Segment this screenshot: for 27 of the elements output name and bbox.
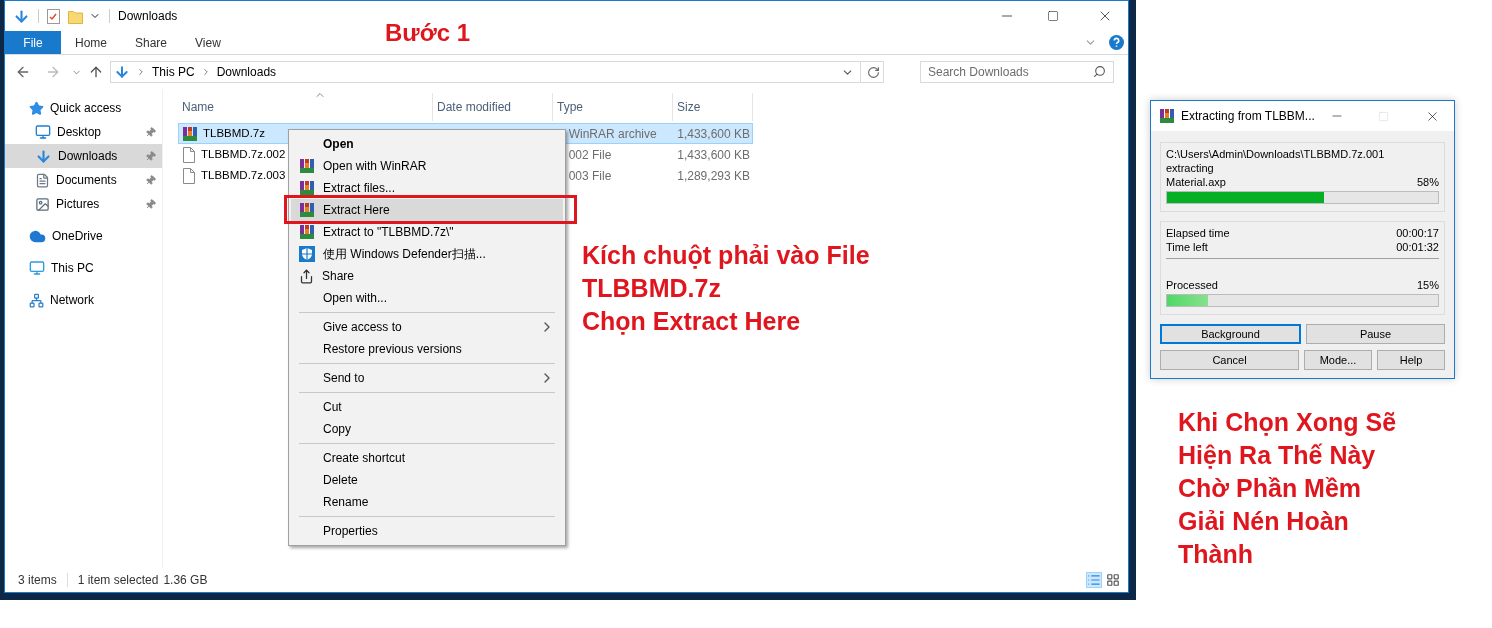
file-size: 1,433,600 KB xyxy=(677,126,750,141)
selection-info: 1 item selected xyxy=(77,572,159,589)
time-value: 00:01:32 xyxy=(1396,240,1439,254)
file-type: 003 File xyxy=(568,168,612,183)
window-title: Downloads xyxy=(118,8,178,25)
instruction-text: Kích chuột phải vào File TLBBMD.7z Chọn Extract Here xyxy=(582,240,870,337)
file-name: TLBBMD.7z.002 xyxy=(201,146,286,162)
selection-size: 1.36 GB xyxy=(163,572,208,589)
file-name: Material.axp xyxy=(1166,175,1226,189)
progress-reading: 15% xyxy=(1416,278,1439,292)
file-type: WinRAR archive xyxy=(568,126,657,141)
dialog-title: Extracting from TLBBM... xyxy=(1181,108,1315,125)
time-label: Time left xyxy=(1166,240,1208,254)
archive-path: C:\Users\Admin\Downloads\TLBBMD.7z.001 xyxy=(1166,147,1386,161)
file-size: 1,289,293 KB xyxy=(677,168,750,183)
time-value: 00:00:17 xyxy=(1396,226,1439,240)
note-text: Khi Chọn Xong Sẽ Hiện Ra Thế Này Chờ Phần Mềm Giải Nén Hoàn Thành xyxy=(1178,407,1398,570)
item-count: 3 items xyxy=(18,572,57,589)
file-name: TLBBMD.7z xyxy=(203,125,265,141)
processed-label: Processed xyxy=(1166,278,1218,292)
file-name: TLBBMD.7z.003 xyxy=(201,167,286,183)
step-title: Bước 1 xyxy=(385,18,471,48)
file-type: 002 File xyxy=(568,147,612,162)
action-text: extracting xyxy=(1166,161,1215,175)
progress-reading: 58% xyxy=(1416,175,1439,189)
time-label: Elapsed time xyxy=(1166,226,1230,240)
file-size: 1,433,600 KB xyxy=(677,147,750,162)
